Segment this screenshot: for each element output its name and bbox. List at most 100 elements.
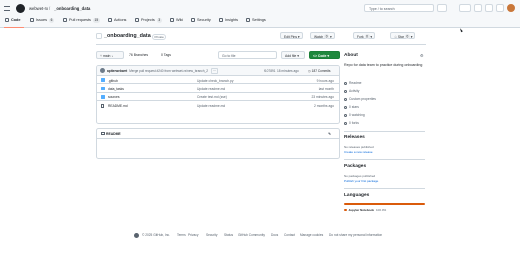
branch-select[interactable]: ⑂ main ▾ [96, 51, 124, 59]
pull-requests-icon[interactable] [485, 4, 493, 12]
edit-pins-button[interactable]: Edit Pins ▾ [280, 32, 303, 39]
commit-message[interactable]: Merge pull request #240 from webwet-rx/n… [129, 69, 208, 73]
file-date: 9 hours ago [316, 78, 334, 83]
tab-insights[interactable]: Insights [219, 18, 238, 22]
footer-privacy[interactable]: Privacy [188, 233, 198, 237]
create-release-link[interactable]: Create a new release [344, 150, 373, 154]
tags-link[interactable]: 0 Tags [161, 53, 171, 57]
menu-icon[interactable] [4, 6, 10, 11]
play-icon [108, 18, 112, 22]
stars-link[interactable]: 0 stars [344, 105, 359, 109]
folder-icon [101, 95, 105, 99]
commit-sha[interactable]: f107891 [264, 69, 276, 73]
forks-link[interactable]: 0 forks [344, 121, 359, 125]
tab-actions[interactable]: Actions [108, 18, 126, 22]
footer-status[interactable]: Status [224, 233, 233, 237]
table-row[interactable]: .github Update check_branch.py 9 hours a… [97, 76, 339, 85]
avatar[interactable] [507, 4, 515, 12]
copilot-button[interactable] [437, 4, 447, 12]
watch-button[interactable]: Watch 0 ▾ [310, 32, 335, 39]
commit-author[interactable]: apiterwebwet [107, 69, 127, 73]
tab-code[interactable]: Code [5, 18, 21, 22]
table-row[interactable]: README.md Update readme.md 2 months ago [97, 101, 339, 109]
activity-link[interactable]: Activity [344, 89, 359, 93]
file-date: 23 minutes ago [311, 95, 334, 100]
inbox-icon[interactable] [496, 4, 504, 12]
github-logo-icon[interactable] [134, 232, 139, 238]
pull-request-icon [63, 18, 67, 23]
file-table: apiterwebwet Merge pull request #240 fro… [96, 65, 340, 124]
fork-button[interactable]: Fork 0 ▾ [353, 32, 376, 39]
tab-pull-requests[interactable]: Pull requests 15 [63, 18, 100, 23]
active-tab-indicator [4, 26, 24, 28]
issues-icon[interactable] [474, 4, 482, 12]
star-icon [344, 105, 347, 109]
readme-tab[interactable]: README [106, 132, 121, 136]
github-logo-icon[interactable] [16, 4, 25, 13]
footer-security[interactable]: Security [206, 233, 218, 237]
pencil-icon[interactable]: ✎ [328, 132, 331, 136]
sidebar-toggle-icon[interactable] [96, 33, 102, 39]
create-new-button[interactable] [459, 4, 471, 12]
about-description: Repo for data team to practice during on… [344, 63, 423, 67]
graph-icon [219, 18, 223, 22]
code-button[interactable]: <> Code ▾ [309, 51, 340, 59]
search-input[interactable]: Type / to search [364, 4, 434, 12]
footer-community[interactable]: GitHub Community [238, 233, 265, 237]
repo-title[interactable]: _onboarding_data [104, 33, 151, 39]
file-commit-message[interactable]: Update readme.md [197, 87, 225, 91]
file-name[interactable]: .github [108, 79, 118, 83]
folder-icon [101, 78, 105, 82]
gear-icon [246, 18, 250, 22]
file-commit-message[interactable]: Create test.md (sse) [197, 95, 227, 99]
branches-link[interactable]: 76 Branches [129, 53, 148, 57]
releases-title[interactable]: Releases [344, 135, 365, 140]
repo-link[interactable]: _onboarding_data [54, 6, 90, 11]
footer-docs[interactable]: Docs [271, 233, 278, 237]
gear-icon[interactable]: ⚙ [420, 53, 424, 58]
watching-link[interactable]: 0 watching [344, 113, 365, 117]
file-commit-message[interactable]: Update check_branch.py [197, 79, 233, 83]
folder-icon [101, 86, 105, 91]
table-row[interactable]: sources Create test.md (sse) 23 minutes … [97, 93, 339, 102]
file-name[interactable]: README.md [108, 104, 128, 108]
breadcrumb-separator: / [49, 6, 51, 11]
footer-do-not-share[interactable]: Do not share my personal information [329, 233, 382, 237]
avatar[interactable] [100, 68, 105, 73]
divider [344, 188, 425, 189]
tab-security[interactable]: Security [191, 18, 211, 22]
readme-link[interactable]: Readme [344, 81, 361, 85]
add-file-button[interactable]: Add file ▾ [281, 51, 305, 59]
file-icon [101, 103, 105, 108]
note-icon [344, 97, 347, 101]
ellipsis-button[interactable]: ··· [211, 67, 219, 74]
owner-link[interactable]: webwet-rx [29, 6, 48, 11]
tab-wiki[interactable]: Wiki [170, 18, 183, 22]
eye-icon [344, 113, 347, 117]
readme-header: README ✎ [97, 129, 339, 139]
star-button[interactable]: ☆ Star 0 ▾ [390, 32, 416, 39]
go-to-file-input[interactable]: Go to file [218, 51, 277, 59]
table-row[interactable]: data_tasks Update readme.md last month [97, 84, 339, 93]
divider [344, 131, 425, 132]
publish-package-link[interactable]: Publish your first package [344, 179, 378, 183]
book-icon [101, 132, 105, 135]
footer-terms[interactable]: Terms [177, 233, 186, 237]
fork-icon [344, 121, 347, 125]
language-dot-icon [344, 208, 347, 212]
tab-settings[interactable]: Settings [246, 18, 266, 22]
tab-projects[interactable]: Projects 3 [135, 18, 162, 23]
pulse-icon [344, 89, 347, 93]
language-item[interactable]: Jupyter Notebook 100.0% [344, 208, 386, 212]
footer-manage-cookies[interactable]: Manage cookies [300, 233, 323, 237]
footer-contact[interactable]: Contact [284, 233, 295, 237]
visibility-badge: Private [152, 33, 167, 41]
divider [344, 159, 425, 160]
custom-properties-link[interactable]: Custom properties [344, 97, 376, 101]
file-name[interactable]: data_tasks [108, 87, 124, 91]
file-name[interactable]: sources [108, 95, 120, 99]
commits-link[interactable]: ◷ 187 Commits [308, 69, 330, 73]
tab-issues[interactable]: Issues 6 [30, 18, 54, 23]
file-commit-message[interactable]: Update readme.md [197, 104, 225, 108]
packages-title[interactable]: Packages [344, 164, 366, 169]
